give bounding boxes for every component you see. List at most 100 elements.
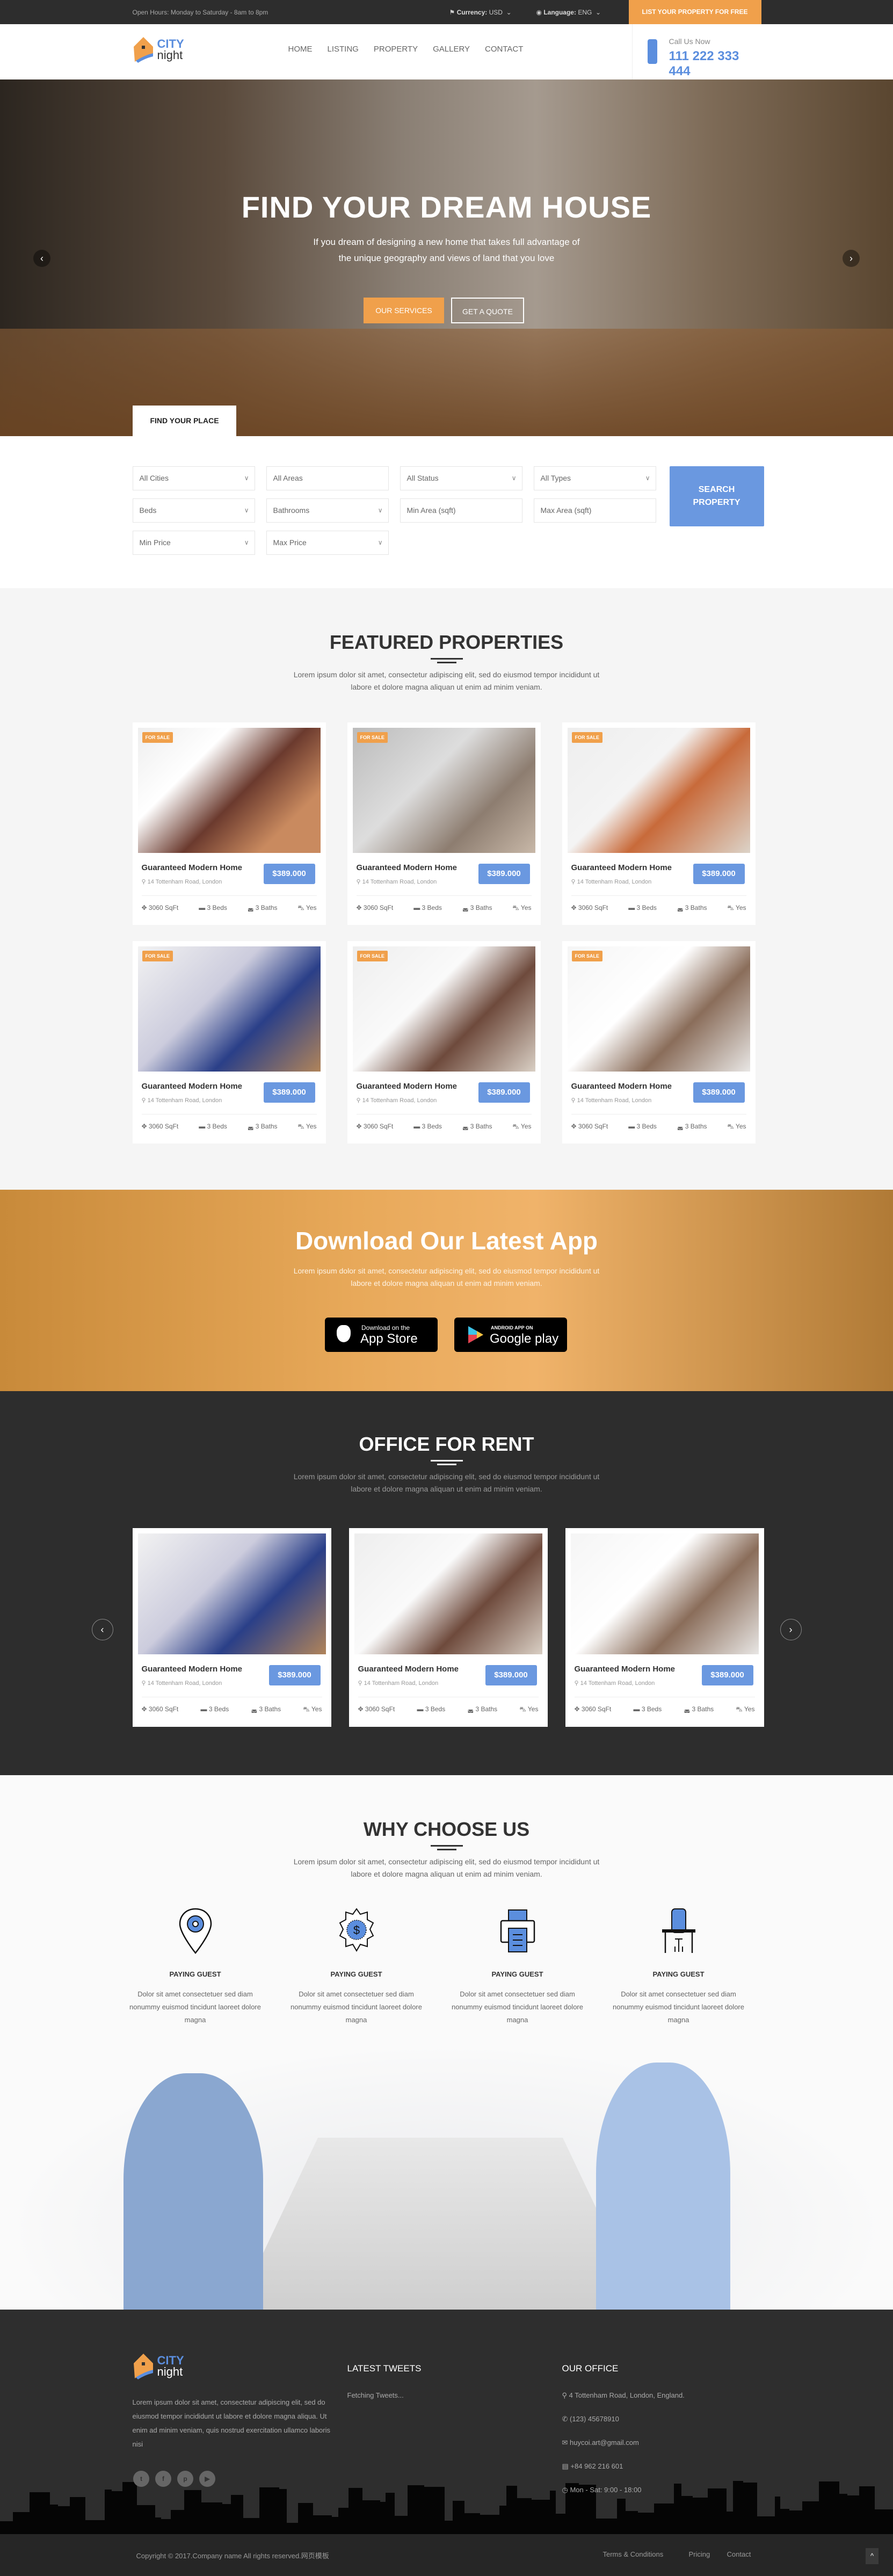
search-field[interactable]: Beds ∨ [132, 498, 255, 523]
property-image[interactable]: FOR SALE [352, 728, 535, 853]
field-value: All Areas [273, 474, 303, 482]
clock-icon: ◷ [562, 2486, 570, 2494]
property-card[interactable]: Guaranteed Modern Home ⚲ 14 Tottenham Roa… [565, 1528, 764, 1727]
property-card[interactable]: FOR SALE Guaranteed Modern Home ⚲ 14 Totte… [347, 941, 541, 1144]
facebook-icon[interactable]: f [155, 2471, 171, 2487]
search-field[interactable]: All Types ∨ [533, 466, 656, 490]
section-lead: Lorem ipsum dolor sit amet, consectetur … [293, 1472, 600, 1493]
property-card[interactable]: FOR SALE Guaranteed Modern Home ⚲ 14 Totte… [562, 722, 756, 925]
property-address: ⚲ 14 Tottenham Road, London [571, 1097, 652, 1104]
beds-feature: ▬ 3 Beds [413, 904, 442, 911]
search-field[interactable]: All Status ∨ [400, 466, 522, 490]
youtube-icon[interactable]: ▶ [199, 2471, 215, 2487]
app-lead: Lorem ipsum dolor sit amet, consectetur … [293, 1267, 600, 1287]
expand-icon: ✥ [358, 1705, 365, 1713]
search-field[interactable]: Max Area (sqft) [533, 498, 656, 523]
beds-feature: ▬ 3 Beds [633, 1705, 662, 1713]
bathtub-icon: ◛ [251, 1705, 259, 1713]
property-image[interactable] [354, 1533, 542, 1654]
svg-text:$: $ [353, 1923, 359, 1937]
get-quote-button[interactable]: GET A QUOTE [451, 298, 524, 323]
bed-icon: ▬ [200, 1705, 209, 1713]
pinterest-icon[interactable]: p [177, 2471, 193, 2487]
carousel-prev-icon[interactable]: ‹ [91, 1619, 113, 1640]
property-image[interactable]: FOR SALE [137, 946, 321, 1072]
search-field[interactable]: Bathrooms ∨ [266, 498, 389, 523]
search-field[interactable]: Min Price ∨ [132, 531, 255, 555]
call-number[interactable]: 111 222 333 444 [669, 49, 761, 79]
bathtub-icon: ◛ [462, 904, 470, 911]
copyright: Copyright © 2017.Company name All rights… [136, 2552, 329, 2560]
feature-text: Dolor sit amet consectetuer sed diam non… [291, 1990, 422, 2024]
chevron-right-icon[interactable]: › [843, 250, 860, 267]
pricing-link[interactable]: Pricing [689, 2550, 710, 2558]
list-property-button[interactable]: LIST YOUR PROPERTY FOR FREE [628, 0, 761, 24]
app-store-button[interactable]: Download on the App Store [325, 1318, 438, 1352]
our-services-button[interactable]: OUR SERVICES [364, 298, 444, 323]
search-field[interactable]: All Areas [266, 466, 389, 490]
car-icon: ⛍ [727, 1123, 736, 1130]
search-field[interactable]: Min Area (sqft) [400, 498, 522, 523]
property-card[interactable]: FOR SALE Guaranteed Modern Home ⚲ 14 Totte… [132, 722, 326, 925]
divider [356, 1114, 532, 1115]
property-card[interactable]: Guaranteed Modern Home ⚲ 14 Tottenham Roa… [132, 1528, 331, 1727]
footer-logo[interactable]: CITY night [133, 2354, 184, 2379]
property-image[interactable]: FOR SALE [352, 946, 535, 1072]
search-field[interactable]: All Cities ∨ [132, 466, 255, 490]
property-image[interactable]: FOR SALE [567, 728, 750, 853]
property-title[interactable]: Guaranteed Modern Home [571, 863, 672, 872]
terms-link[interactable]: Terms & Conditions [603, 2550, 664, 2558]
nav-home[interactable]: HOME [288, 45, 313, 54]
carousel-next-icon[interactable]: › [780, 1619, 802, 1640]
section-title: WHY CHOOSE US [363, 1818, 530, 1840]
logo[interactable]: CITY night [133, 37, 184, 63]
nav-property[interactable]: PROPERTY [374, 45, 418, 54]
fax-icon: ▤ [562, 2462, 571, 2470]
property-title[interactable]: Guaranteed Modern Home [575, 1665, 676, 1674]
property-title[interactable]: Guaranteed Modern Home [357, 863, 458, 872]
chevron-down-icon: ∨ [511, 474, 517, 482]
office-chair-icon [608, 1907, 750, 1955]
property-title[interactable]: Guaranteed Modern Home [142, 1082, 243, 1091]
property-title[interactable]: Guaranteed Modern Home [142, 863, 243, 872]
map-pin-icon: ⚲ [356, 879, 362, 885]
nav-contact[interactable]: CONTACT [485, 45, 523, 54]
back-to-top-icon[interactable]: ^ [866, 2548, 879, 2564]
search-field[interactable]: Max Price ∨ [266, 531, 389, 555]
twitter-icon[interactable]: t [133, 2471, 149, 2487]
field-value: Min Price [139, 538, 171, 547]
garage-feature: ⛍ Yes [727, 904, 746, 911]
language-select[interactable]: ◉ Language: ENG ⌄ [536, 9, 601, 16]
google-play-button[interactable]: ANDROID APP ON Google play [454, 1318, 567, 1352]
section-lead: Lorem ipsum dolor sit amet, consectetur … [293, 1857, 600, 1878]
nav-gallery[interactable]: GALLERY [433, 45, 470, 54]
find-your-place-tab[interactable]: FIND YOUR PLACE [133, 406, 236, 436]
price-badge: $389.000 [268, 1665, 321, 1685]
chevron-left-icon[interactable]: ‹ [33, 250, 50, 267]
nav-listing[interactable]: LISTING [328, 45, 359, 54]
property-title[interactable]: Guaranteed Modern Home [358, 1665, 459, 1674]
logo-text-city: CITY [157, 37, 184, 50]
property-title[interactable]: Guaranteed Modern Home [357, 1082, 458, 1091]
baths-feature: ◛ 3 Baths [251, 1705, 281, 1713]
property-image[interactable]: FOR SALE [567, 946, 750, 1072]
property-card[interactable]: FOR SALE Guaranteed Modern Home ⚲ 14 Totte… [132, 941, 326, 1144]
featured-properties-section: FEATURED PROPERTIES Lorem ipsum dolor si… [0, 588, 893, 1190]
office-email[interactable]: ✉ huycoi.art@gmail.com [562, 2438, 639, 2447]
property-image[interactable]: FOR SALE [137, 728, 321, 853]
garage-feature: ⛍ Yes [727, 1123, 746, 1130]
property-card[interactable]: Guaranteed Modern Home ⚲ 14 Tottenham Roa… [349, 1528, 548, 1727]
property-image[interactable] [137, 1533, 326, 1654]
contact-link[interactable]: Contact [727, 2550, 751, 2558]
search-property-button[interactable]: SEARCH PROPERTY [669, 466, 764, 526]
hero-subtitle: If you dream of designing a new home tha… [0, 234, 893, 266]
bed-icon: ▬ [413, 904, 422, 911]
property-card[interactable]: FOR SALE Guaranteed Modern Home ⚲ 14 Totte… [562, 941, 756, 1144]
property-title[interactable]: Guaranteed Modern Home [571, 1082, 672, 1091]
property-image[interactable] [570, 1533, 759, 1654]
property-card[interactable]: FOR SALE Guaranteed Modern Home ⚲ 14 Totte… [347, 722, 541, 925]
currency-select[interactable]: ⚑ Currency: USD ⌄ [449, 9, 512, 16]
language-value: ENG [578, 9, 592, 16]
property-title[interactable]: Guaranteed Modern Home [142, 1665, 243, 1674]
price-badge: $389.000 [693, 864, 745, 884]
